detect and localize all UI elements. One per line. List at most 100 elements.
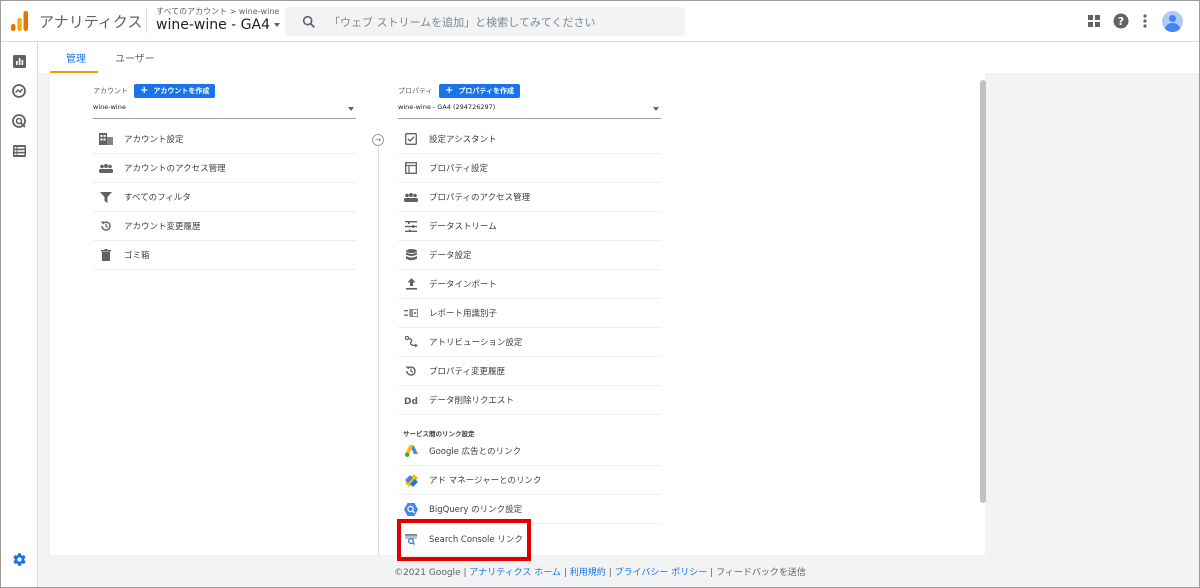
menu-item-attribution-settings[interactable]: アトリビューション設定 bbox=[398, 328, 661, 357]
create-account-button[interactable]: + アカウントを作成 bbox=[134, 84, 216, 98]
top-app-bar: アナリティクス すべてのアカウント > wine-wine wine-wine … bbox=[0, 0, 1200, 42]
configure-icon[interactable] bbox=[10, 142, 28, 160]
create-property-button[interactable]: + プロパティを作成 bbox=[439, 84, 520, 98]
help-icon[interactable]: ? bbox=[1112, 12, 1130, 30]
property-selector-value: wine-wine - GA4 (294726297) bbox=[398, 103, 496, 111]
data-streams-icon bbox=[404, 219, 418, 233]
menu-item-property-access[interactable]: プロパティのアクセス管理 bbox=[398, 183, 661, 212]
menu-item-label: プロパティのアクセス管理 bbox=[429, 193, 531, 203]
menu-item-google-ads-links[interactable]: Google 広告とのリンク bbox=[398, 437, 661, 466]
menu-item-property-change-history[interactable]: プロパティ変更履歴 bbox=[398, 357, 661, 386]
menu-item-data-import[interactable]: データインポート bbox=[398, 270, 661, 299]
breadcrumb[interactable]: すべてのアカウント > wine-wine bbox=[156, 6, 279, 17]
account-avatar-icon[interactable] bbox=[1162, 11, 1183, 32]
left-nav-rail bbox=[0, 42, 38, 588]
menu-item-label: ゴミ箱 bbox=[124, 251, 150, 261]
tab-admin[interactable]: 管理 bbox=[66, 50, 86, 65]
create-account-label: アカウントを作成 bbox=[153, 87, 210, 95]
bigquery-icon bbox=[404, 502, 418, 516]
menu-item-account-change-history[interactable]: アカウント変更履歴 bbox=[93, 212, 356, 241]
highlight-box bbox=[397, 519, 531, 561]
create-property-label: プロパティを作成 bbox=[458, 87, 514, 95]
dropdown-caret-icon bbox=[348, 107, 354, 111]
menu-item-label: レポート用識別子 bbox=[429, 309, 498, 319]
footer-link-analytics-home[interactable]: アナリティクス ホーム bbox=[469, 568, 561, 578]
menu-item-label: プロパティ変更履歴 bbox=[429, 367, 505, 377]
trash-icon bbox=[99, 248, 113, 262]
admin-card: アカウント + アカウントを作成 wine-wine アカウント設定 アカウント… bbox=[50, 73, 985, 555]
database-icon bbox=[404, 248, 418, 262]
history-icon bbox=[99, 219, 113, 233]
search-bar[interactable]: 「ウェブ ストリームを追加」と検索してみてください bbox=[285, 7, 685, 36]
footer-link-privacy[interactable]: プライバシー ポリシー bbox=[615, 568, 708, 578]
menu-item-account-settings[interactable]: アカウント設定 bbox=[93, 125, 356, 154]
ad-manager-icon bbox=[404, 473, 418, 487]
header-divider bbox=[146, 9, 147, 33]
filter-icon bbox=[99, 190, 113, 204]
menu-item-data-deletion-requests[interactable]: Dd データ削除リクエスト bbox=[398, 386, 661, 415]
more-vert-icon[interactable] bbox=[1136, 12, 1154, 30]
plus-icon: + bbox=[140, 85, 149, 96]
menu-item-label: アトリビューション設定 bbox=[429, 338, 523, 348]
footer-link-terms[interactable]: 利用規約 bbox=[570, 568, 606, 578]
menu-item-account-access[interactable]: アカウントのアクセス管理 bbox=[93, 154, 356, 183]
column-divider bbox=[378, 133, 379, 555]
property-settings-icon bbox=[404, 161, 418, 175]
footer-sep: | bbox=[608, 568, 612, 578]
menu-item-ad-manager-links[interactable]: アド マネージャーとのリンク bbox=[398, 466, 661, 495]
apps-grid-icon[interactable] bbox=[1085, 12, 1103, 30]
search-placeholder: 「ウェブ ストリームを追加」と検索してみてください bbox=[329, 16, 596, 29]
footer-sep: | bbox=[463, 568, 467, 578]
scrollbar-thumb[interactable] bbox=[980, 80, 986, 503]
search-icon bbox=[302, 15, 315, 28]
menu-item-setup-assistant[interactable]: 設定アシスタント bbox=[398, 125, 661, 154]
svg-text:?: ? bbox=[1118, 15, 1124, 28]
building-icon bbox=[99, 132, 113, 146]
menu-item-reporting-identity[interactable]: レポート用識別子 bbox=[398, 299, 661, 328]
menu-item-data-streams[interactable]: データストリーム bbox=[398, 212, 661, 241]
property-title: wine-wine - GA4 bbox=[156, 17, 270, 33]
menu-item-property-settings[interactable]: プロパティ設定 bbox=[398, 154, 661, 183]
account-column-heading: アカウント bbox=[93, 87, 128, 95]
footer-feedback[interactable]: フィードバックを送信 bbox=[716, 568, 806, 578]
menu-item-data-settings[interactable]: データ設定 bbox=[398, 241, 661, 270]
dropdown-caret-icon bbox=[653, 107, 659, 111]
analytics-logo-icon[interactable] bbox=[11, 11, 28, 31]
menu-item-label: データ設定 bbox=[429, 251, 472, 261]
explore-icon[interactable] bbox=[10, 82, 28, 100]
menu-item-label: すべてのフィルタ bbox=[124, 193, 191, 203]
google-ads-icon bbox=[404, 444, 418, 458]
menu-item-label: アド マネージャーとのリンク bbox=[429, 476, 542, 486]
menu-item-label: データ削除リクエスト bbox=[429, 396, 515, 406]
menu-item-label: Google 広告とのリンク bbox=[429, 447, 522, 457]
arrow-right-icon: → bbox=[372, 134, 384, 146]
people-icon bbox=[404, 190, 418, 204]
dropdown-caret-icon bbox=[274, 23, 280, 27]
property-selector[interactable]: wine-wine - GA4 (294726297) bbox=[398, 103, 661, 119]
account-selector-value: wine-wine bbox=[93, 103, 126, 111]
plus-icon: + bbox=[445, 85, 454, 96]
footer-sep: | bbox=[563, 568, 567, 578]
checklist-icon bbox=[404, 132, 418, 146]
account-selector[interactable]: wine-wine bbox=[93, 103, 356, 119]
dd-icon: Dd bbox=[404, 393, 418, 407]
menu-item-all-filters[interactable]: すべてのフィルタ bbox=[93, 183, 356, 212]
menu-item-label: アカウントのアクセス管理 bbox=[124, 164, 226, 174]
admin-tabs: 管理 ユーザー bbox=[38, 42, 1200, 73]
reports-icon[interactable] bbox=[10, 52, 28, 70]
menu-item-label: データストリーム bbox=[429, 222, 497, 232]
tab-user[interactable]: ユーザー bbox=[115, 50, 155, 65]
property-picker[interactable]: wine-wine - GA4 bbox=[156, 17, 280, 33]
menu-item-label: アカウント設定 bbox=[124, 135, 184, 145]
footer-copyright: ©2021 Google bbox=[394, 568, 461, 578]
attribution-icon bbox=[404, 335, 418, 349]
menu-item-label: アカウント変更履歴 bbox=[124, 222, 201, 232]
footer-sep: | bbox=[710, 568, 714, 578]
menu-item-trash[interactable]: ゴミ箱 bbox=[93, 241, 356, 270]
people-icon bbox=[99, 161, 113, 175]
app-title: アナリティクス bbox=[39, 13, 143, 31]
upload-icon bbox=[404, 277, 418, 291]
svg-text:Dd: Dd bbox=[404, 397, 418, 405]
advertising-icon[interactable] bbox=[10, 112, 28, 130]
history-icon bbox=[404, 364, 418, 378]
